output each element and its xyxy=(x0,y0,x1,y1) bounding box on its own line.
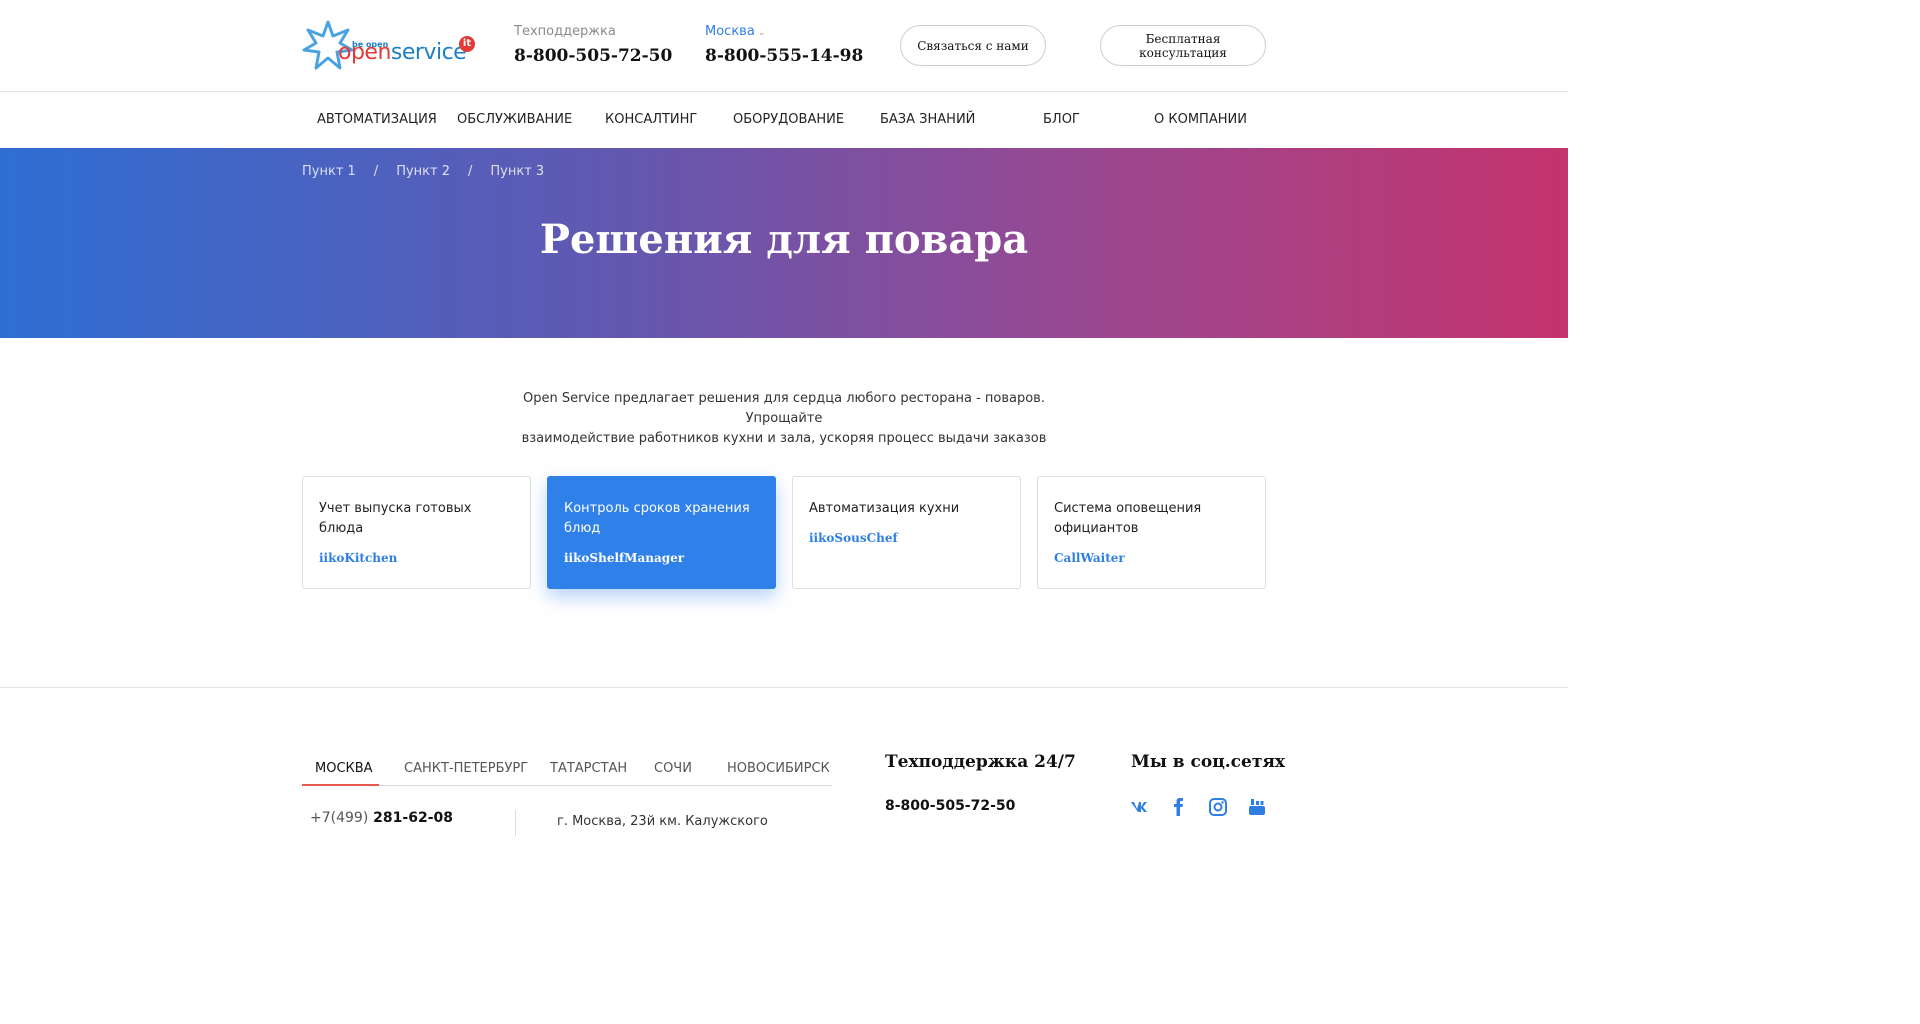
office-phone[interactable]: +7(499) 281-62-08 xyxy=(310,810,453,826)
card-title: Система оповещения официантов xyxy=(1054,501,1202,536)
nav-item-equipment[interactable]: Оборудование xyxy=(733,112,844,127)
support-label: Техподдержка xyxy=(514,24,616,39)
footer-column-divider xyxy=(515,810,516,836)
logo[interactable]: be open openservice it xyxy=(302,20,477,72)
tab-spb[interactable]: Санкт-Петербург xyxy=(404,761,528,776)
logo-it-badge: it xyxy=(459,36,475,52)
nav-item-automation[interactable]: Автоматизация xyxy=(317,112,437,127)
tab-moscow[interactable]: Москва xyxy=(315,761,373,776)
footer-divider xyxy=(0,687,1568,688)
nav-item-about[interactable]: О компании xyxy=(1154,112,1247,127)
card-title: Учет выпуска готовых блюда xyxy=(319,501,472,536)
intro-line: Open Service предлагает решения для серд… xyxy=(523,391,1045,426)
support-phone[interactable]: 8-800-505-72-50 xyxy=(514,46,672,66)
office-address: г. Москва, 23й км. Калужского xyxy=(557,814,768,829)
solution-card-active[interactable]: Контроль сроков хранения блюд iikoShelfM… xyxy=(547,476,776,589)
breadcrumb: Пункт 1 / Пункт 2 / Пункт 3 xyxy=(302,164,562,179)
hero-banner: Пункт 1 / Пункт 2 / Пункт 3 Решения для … xyxy=(0,148,1568,338)
logo-wordmark: openservice xyxy=(338,40,467,65)
card-title: Контроль сроков хранения блюд xyxy=(564,501,750,536)
city-tabs: Москва Санкт-Петербург Татарстан Сочи Но… xyxy=(302,752,832,786)
card-product-link[interactable]: CallWaiter xyxy=(1054,551,1249,565)
nav-item-knowledge-base[interactable]: База знаний xyxy=(880,112,975,127)
breadcrumb-item[interactable]: Пункт 1 xyxy=(302,164,356,179)
consultation-button[interactable]: Бесплатная консультация xyxy=(1100,25,1266,66)
card-title: Автоматизация кухни xyxy=(809,501,960,516)
solution-card[interactable]: Система оповещения официантов CallWaiter xyxy=(1037,476,1266,589)
page-title: Решения для повара xyxy=(539,216,1029,263)
breadcrumb-item[interactable]: Пункт 2 xyxy=(396,164,450,179)
site-header: be open openservice it Техподдержка 8-80… xyxy=(0,0,1568,92)
breadcrumb-separator: / xyxy=(467,164,473,179)
instagram-icon[interactable] xyxy=(1208,797,1228,817)
breadcrumb-item[interactable]: Пункт 3 xyxy=(490,164,544,179)
breadcrumb-separator: / xyxy=(373,164,379,179)
solution-card[interactable]: Автоматизация кухни iikoSousChef xyxy=(792,476,1021,589)
contact-button[interactable]: Связаться с нами xyxy=(900,25,1046,66)
city-phone[interactable]: 8-800-555-14-98 xyxy=(705,46,863,66)
footer-support-phone[interactable]: 8-800-505-72-50 xyxy=(885,798,1015,814)
nav-item-consulting[interactable]: Консалтинг xyxy=(605,112,697,127)
card-product-link[interactable]: iikoShelfManager xyxy=(564,551,759,565)
intro-text: Open Service предлагает решения для серд… xyxy=(484,389,1084,449)
card-product-link[interactable]: iikoSousChef xyxy=(809,531,1004,545)
main-nav: Автоматизация Обслуживание Консалтинг Об… xyxy=(0,92,1568,148)
tab-sochi[interactable]: Сочи xyxy=(654,761,692,776)
support-heading: Техподдержка 24/7 xyxy=(885,752,1076,772)
active-tab-indicator xyxy=(302,784,379,786)
facebook-icon[interactable] xyxy=(1168,797,1188,817)
nav-item-blog[interactable]: Блог xyxy=(1043,112,1080,127)
card-product-link[interactable]: iikoKitchen xyxy=(319,551,514,565)
social-heading: Мы в соц.сетях xyxy=(1131,752,1286,772)
nav-item-service[interactable]: Обслуживание xyxy=(457,112,572,127)
city-selector[interactable]: Москва ⌄ xyxy=(705,24,765,39)
solution-card[interactable]: Учет выпуска готовых блюда iikoKitchen xyxy=(302,476,531,589)
vk-icon[interactable] xyxy=(1129,797,1149,817)
intro-line: взаимодействие работников кухни и зала, … xyxy=(521,431,1047,446)
tab-tatarstan[interactable]: Татарстан xyxy=(550,761,627,776)
tab-novosibirsk[interactable]: Новосибирск xyxy=(727,761,830,776)
chevron-down-icon: ⌄ xyxy=(757,28,766,38)
youtube-icon[interactable] xyxy=(1247,797,1267,817)
